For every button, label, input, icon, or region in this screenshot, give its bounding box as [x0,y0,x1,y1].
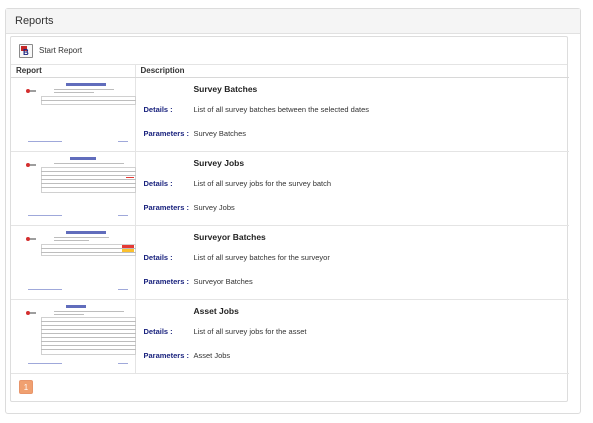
details-value: List of all survey jobs for the survey b… [193,178,332,188]
column-header-description: Description [135,65,569,78]
parameters-value: Surveyor Batches [193,276,253,286]
details-label: Details : [143,252,173,262]
pagination: 1 [19,380,33,394]
report-thumbnail-cell[interactable] [11,299,138,374]
table-row[interactable]: Survey Jobs Details : List of all survey … [11,151,569,226]
report-thumbnail[interactable] [26,230,138,294]
details-value: List of all survey batches for the surve… [193,252,330,262]
report-title[interactable]: Survey Jobs [194,158,245,168]
details-value: List of all survey batches between the s… [193,104,370,114]
report-thumbnail[interactable] [26,156,138,220]
table-header-row: Report Description [11,65,569,78]
parameters-value: Survey Batches [193,128,247,138]
company-logo-icon [26,162,36,168]
details-label: Details : [143,326,173,336]
company-logo-icon [26,236,36,242]
start-report-button[interactable]: B Start Report [19,43,83,58]
parameters-value: Asset Jobs [193,350,231,360]
report-thumbnail[interactable] [26,304,138,368]
parameters-label: Parameters : [143,276,189,286]
table-row[interactable]: Survey Batches Details : List of all surv… [11,77,569,152]
details-value: List of all survey jobs for the asset [193,326,307,336]
report-description-cell: Surveyor Batches Details : List of all su… [135,225,569,300]
parameters-label: Parameters : [143,350,189,360]
toolbar: B Start Report [11,37,567,65]
report-title[interactable]: Asset Jobs [194,306,239,316]
page-button-current[interactable]: 1 [19,380,33,394]
report-title[interactable]: Survey Batches [194,84,258,94]
parameters-value: Survey Jobs [193,202,235,212]
reports-inner-panel: B Start Report Report Description Survey… [10,36,569,402]
report-icon: B [19,43,33,58]
report-description-cell: Survey Jobs Details : List of all survey … [135,151,569,226]
report-title[interactable]: Surveyor Batches [194,232,266,242]
page-title: Reports [6,9,580,34]
report-thumbnail-cell[interactable] [11,77,138,152]
details-label: Details : [143,104,173,114]
start-report-label: Start Report [39,46,83,55]
report-thumbnail[interactable] [26,82,138,146]
report-description-cell: Survey Batches Details : List of all surv… [135,77,569,152]
report-thumbnail-cell[interactable] [11,225,138,300]
reports-table: Report Description Survey Batches Detail… [11,65,569,374]
table-row[interactable]: Surveyor Batches Details : List of all su… [11,225,569,300]
details-label: Details : [143,178,173,188]
parameters-label: Parameters : [143,128,189,138]
report-description-cell: Asset Jobs Details : List of all survey j… [135,299,569,374]
company-logo-icon [26,88,36,94]
company-logo-icon [26,310,36,316]
column-header-report: Report [11,65,136,78]
report-thumbnail-cell[interactable] [11,151,138,226]
parameters-label: Parameters : [143,202,189,212]
table-row[interactable]: Asset Jobs Details : List of all survey j… [11,299,569,374]
